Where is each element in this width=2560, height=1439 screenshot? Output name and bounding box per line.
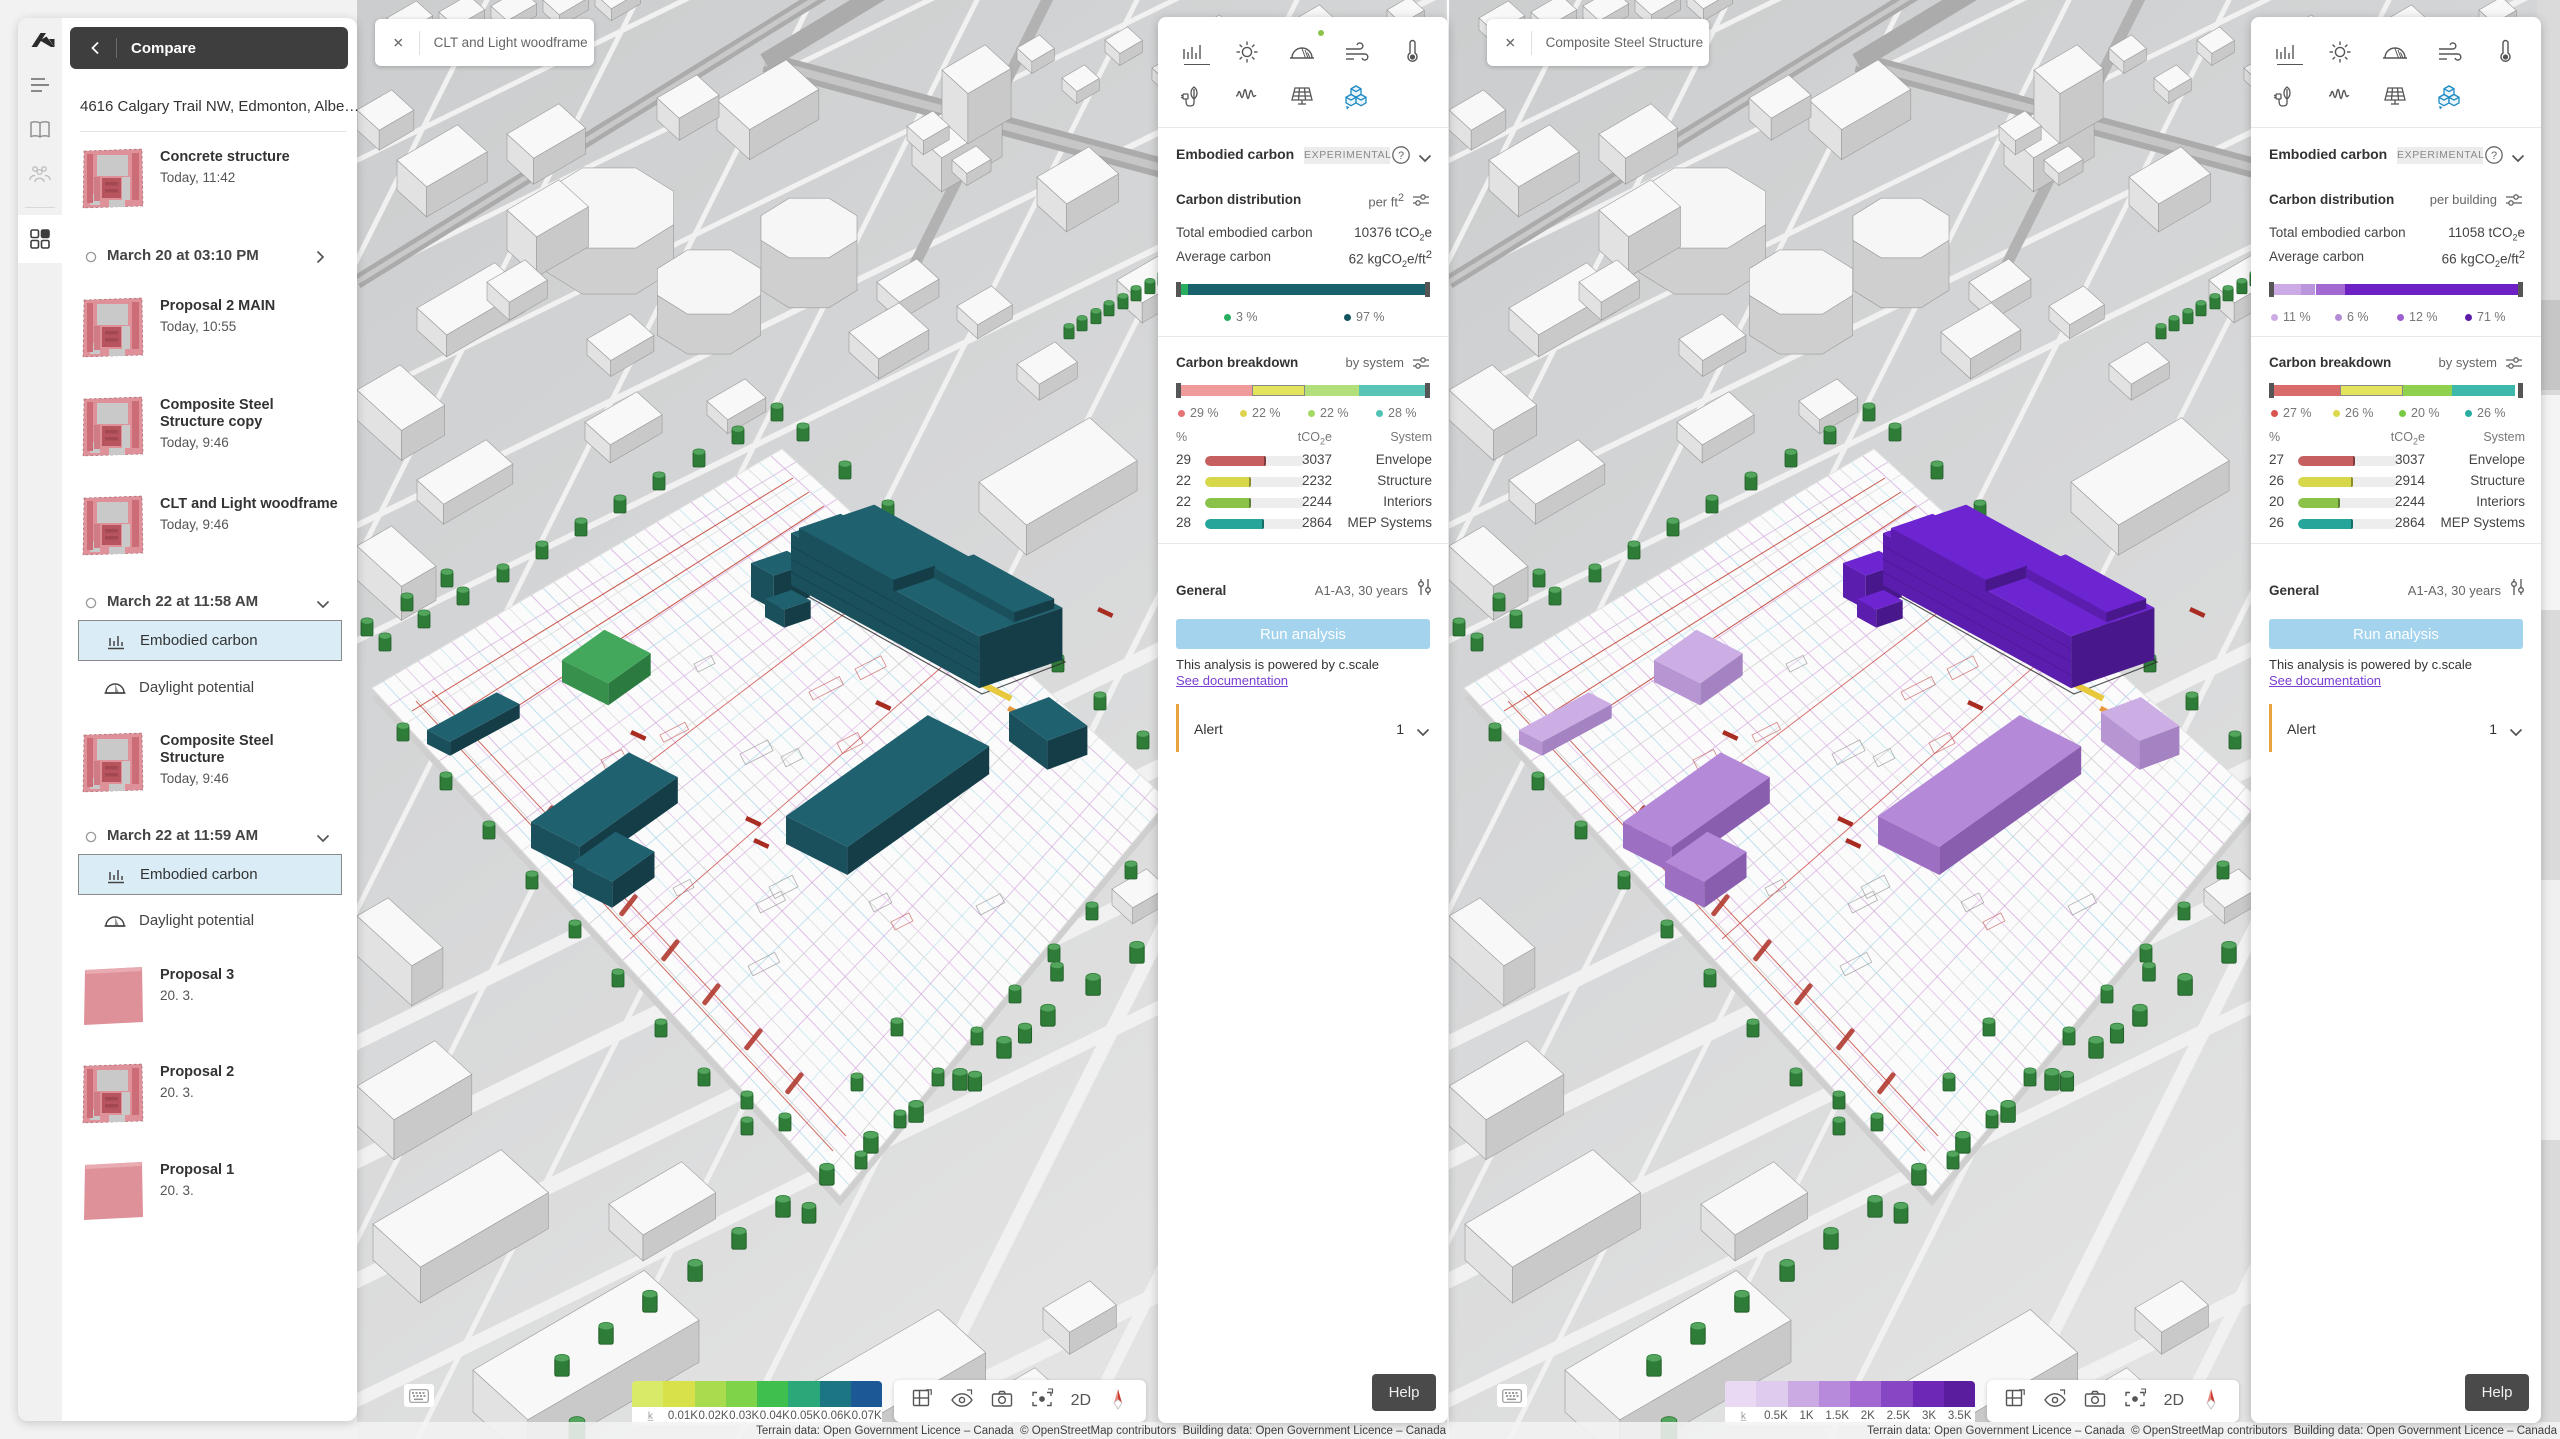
svg-text:?: ? [1398, 150, 1404, 162]
svg-text:?: ? [2491, 150, 2497, 162]
